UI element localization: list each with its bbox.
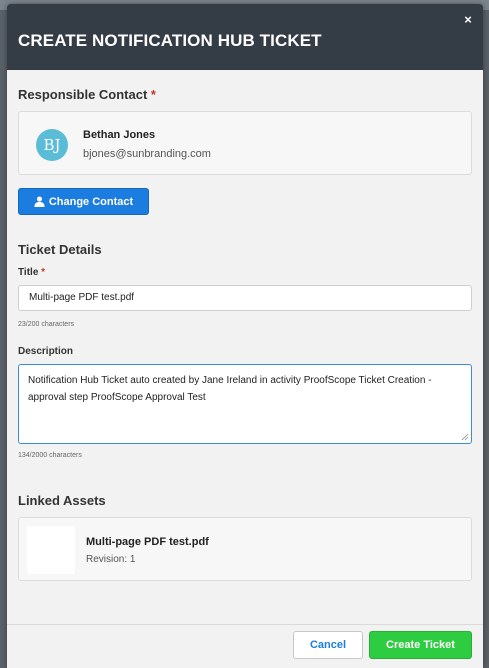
title-input[interactable]: Multi-page PDF test.pdf <box>18 285 472 311</box>
linked-asset-card[interactable]: Multi-page PDF test.pdf Revision: 1 <box>18 517 472 581</box>
create-ticket-button[interactable]: Create Ticket <box>369 631 472 659</box>
required-marker: * <box>41 267 46 278</box>
ticket-details-heading: Ticket Details <box>18 242 102 257</box>
change-contact-button[interactable]: Change Contact <box>18 188 149 215</box>
description-textarea[interactable]: Notification Hub Ticket auto created by … <box>18 364 472 444</box>
asset-revision: Revision: 1 <box>86 554 136 565</box>
close-icon[interactable]: × <box>461 13 475 27</box>
asset-name: Multi-page PDF test.pdf <box>86 536 209 548</box>
asset-thumbnail <box>27 526 75 574</box>
create-ticket-modal: CREATE NOTIFICATION HUB TICKET × Respons… <box>7 4 483 668</box>
contact-email: bjones@sunbranding.com <box>83 148 211 160</box>
required-marker: * <box>150 87 156 102</box>
responsible-contact-heading: Responsible Contact * <box>18 87 156 102</box>
description-field-label: Description <box>18 346 74 357</box>
responsible-contact-label: Responsible Contact <box>18 87 148 102</box>
linked-assets-heading: Linked Assets <box>18 493 106 508</box>
change-contact-label: Change Contact <box>48 195 134 208</box>
modal-title: CREATE NOTIFICATION HUB TICKET <box>18 31 322 50</box>
title-field-label: Title * <box>18 267 45 278</box>
contact-name: Bethan Jones <box>83 129 156 141</box>
description-text: Notification Hub Ticket auto created by … <box>28 375 432 403</box>
cancel-button[interactable]: Cancel <box>293 631 363 659</box>
description-char-count: 134/2000 characters <box>18 452 82 459</box>
resize-handle-icon[interactable] <box>461 433 469 441</box>
contact-card: BJ Bethan Jones bjones@sunbranding.com <box>18 111 472 175</box>
title-label-text: Title <box>18 267 39 278</box>
title-char-count: 23/200 characters <box>18 321 75 328</box>
user-icon <box>34 196 45 207</box>
modal-header: CREATE NOTIFICATION HUB TICKET × <box>7 4 483 70</box>
modal-body: Responsible Contact * BJ Bethan Jones bj… <box>7 70 483 624</box>
avatar: BJ <box>36 129 68 161</box>
modal-footer: Cancel Create Ticket <box>7 624 483 668</box>
